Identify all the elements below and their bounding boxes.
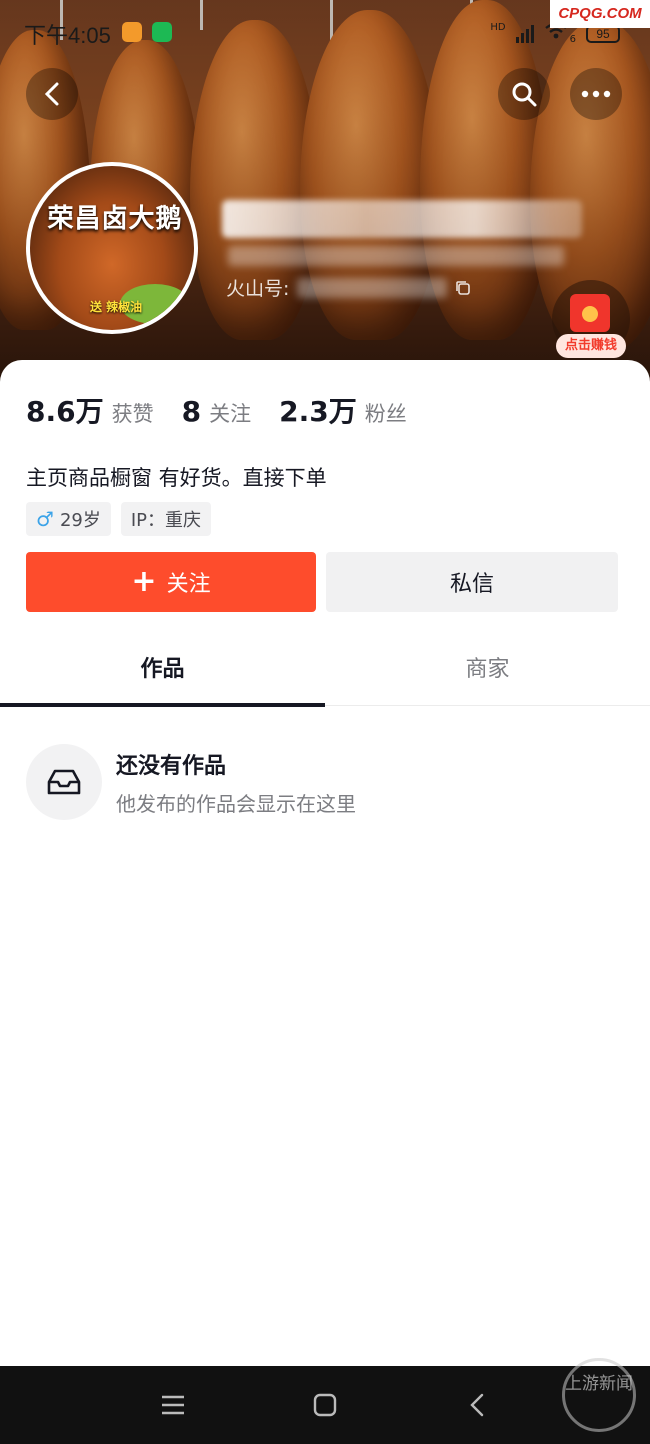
redpacket-button[interactable]: 点击赚钱 — [552, 280, 630, 358]
bio-text: 主页商品橱窗 有好货。直接下单 — [26, 466, 327, 490]
stat-label: 获赞 — [111, 402, 154, 426]
system-nav-bar — [0, 1366, 650, 1444]
home-square-icon — [313, 1393, 337, 1417]
huoshan-label: 火山号: — [226, 278, 290, 300]
notification-app-icon — [122, 22, 142, 42]
stat-following[interactable]: 8 关注 — [182, 395, 251, 428]
redpacket-label: 点击赚钱 — [556, 334, 626, 358]
stat-number: 8.6万 — [26, 395, 104, 428]
stat-number: 8 — [181, 395, 202, 428]
avatar-tag: 送 辣椒油 — [90, 300, 143, 314]
watermark-logo: CPQG.COM — [550, 0, 650, 28]
search-icon — [512, 82, 537, 107]
wifi-badge: 6 — [569, 34, 576, 45]
age-label: 29岁 — [59, 510, 101, 531]
network-label: HD — [490, 22, 506, 33]
empty-state: 还没有作品 他发布的作品会显示在这里 — [26, 744, 356, 820]
profile-banner: 下午4:05 HD 6 95 CPQG.COM 荣昌卤大鹅 送 辣椒油 火山号: — [0, 0, 650, 390]
stat-label: 粉丝 — [364, 402, 407, 426]
message-label: 私信 — [449, 572, 494, 597]
signal-icon — [515, 24, 534, 43]
status-time: 下午4:05 — [24, 23, 111, 48]
profile-tags: ♂ 29岁 IP：重庆 — [26, 502, 212, 536]
male-icon: ♂ — [36, 507, 54, 531]
red-envelope-icon — [570, 294, 610, 332]
menu-icon — [162, 1395, 184, 1415]
avatar-text: 荣昌卤大鹅 — [47, 204, 183, 234]
content-tabs: 作品 商家 — [0, 628, 650, 707]
huoshan-id: 火山号: — [226, 274, 471, 301]
stat-label: 关注 — [209, 402, 252, 426]
phone-call-icon — [152, 22, 172, 42]
empty-subtitle: 他发布的作品会显示在这里 — [116, 791, 356, 816]
follow-button[interactable]: + 关注 — [26, 552, 316, 612]
more-button[interactable] — [570, 68, 622, 120]
chevron-left-icon — [44, 82, 59, 106]
follow-label: 关注 — [166, 572, 211, 597]
plus-icon: + — [131, 564, 157, 599]
back-arrow-icon — [470, 1393, 484, 1417]
subtitle-blurred — [228, 246, 564, 266]
stat-number: 2.3万 — [279, 395, 357, 428]
profile-card: 8.6万 获赞 8 关注 2.3万 粉丝 主页商品橱窗 有好货。直接下单 ♂ 2… — [0, 360, 650, 1370]
avatar[interactable]: 荣昌卤大鹅 送 辣椒油 — [26, 162, 198, 334]
huoshan-id-blurred — [297, 277, 448, 298]
ip-tag: IP：重庆 — [120, 502, 212, 536]
tab-label: 作品 — [140, 657, 185, 682]
username-blurred — [222, 200, 582, 238]
watermark-logo-bottom: 上游新闻 — [562, 1358, 636, 1432]
copy-icon[interactable] — [455, 280, 471, 296]
back-button[interactable] — [26, 68, 78, 120]
age-tag: ♂ 29岁 — [26, 502, 111, 536]
stat-followers[interactable]: 2.3万 粉丝 — [279, 390, 407, 430]
home-button[interactable] — [308, 1388, 342, 1422]
search-button[interactable] — [498, 68, 550, 120]
stats-row: 8.6万 获赞 8 关注 2.3万 粉丝 — [26, 390, 407, 430]
more-dots-icon — [581, 90, 611, 98]
empty-title: 还没有作品 — [116, 753, 227, 779]
ip-label: IP：重庆 — [130, 510, 202, 531]
inbox-icon — [26, 744, 102, 820]
message-button[interactable]: 私信 — [326, 552, 618, 612]
system-back-button[interactable] — [460, 1388, 494, 1422]
tab-label: 商家 — [465, 657, 510, 682]
tab-works[interactable]: 作品 — [0, 628, 325, 707]
stat-likes[interactable]: 8.6万 获赞 — [26, 390, 154, 430]
tab-merchant[interactable]: 商家 — [325, 628, 650, 706]
recent-apps-button[interactable] — [156, 1388, 190, 1422]
